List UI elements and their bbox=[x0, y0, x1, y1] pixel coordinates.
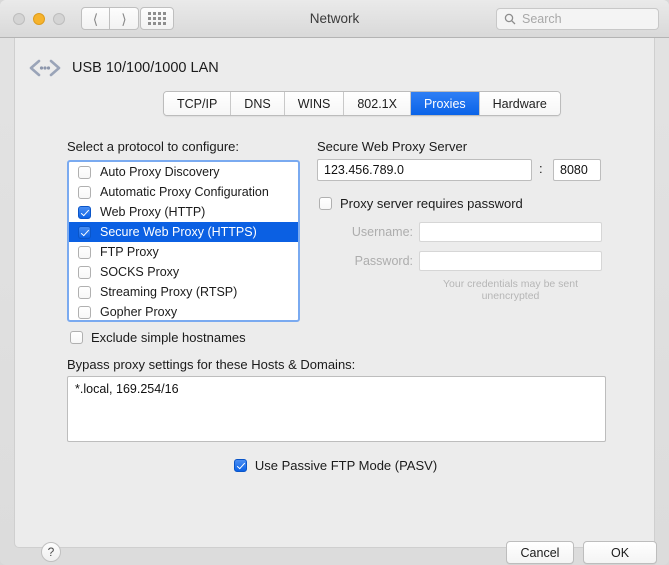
protocol-checkbox[interactable] bbox=[78, 206, 91, 219]
exclude-simple-hostnames-label: Exclude simple hostnames bbox=[91, 330, 246, 345]
protocol-list[interactable]: Auto Proxy Discovery Automatic Proxy Con… bbox=[67, 160, 300, 322]
proxy-server-input[interactable]: 123.456.789.0 bbox=[317, 159, 532, 181]
tab-hardware[interactable]: Hardware bbox=[480, 92, 560, 115]
title-bar: ⟨ ⟩ Network Search bbox=[0, 0, 669, 38]
bypass-textarea[interactable]: *.local, 169.254/16 bbox=[67, 376, 606, 442]
passive-ftp-row[interactable]: Use Passive FTP Mode (PASV) bbox=[15, 458, 656, 473]
proxy-port-input[interactable]: 8080 bbox=[553, 159, 601, 181]
proxies-sheet: USB 10/100/1000 LAN TCP/IP DNS WINS 802.… bbox=[14, 38, 655, 548]
requires-password-row[interactable]: Proxy server requires password bbox=[319, 196, 523, 211]
requires-password-label: Proxy server requires password bbox=[340, 196, 523, 211]
search-field[interactable]: Search bbox=[496, 8, 659, 30]
password-input bbox=[419, 251, 602, 271]
protocol-label: Web Proxy (HTTP) bbox=[100, 205, 205, 219]
protocol-label: Streaming Proxy (RTSP) bbox=[100, 285, 237, 299]
search-placeholder: Search bbox=[522, 12, 562, 26]
passive-ftp-label: Use Passive FTP Mode (PASV) bbox=[255, 458, 437, 473]
protocol-label: Gopher Proxy bbox=[100, 305, 177, 319]
username-label: Username: bbox=[333, 225, 413, 239]
protocol-checkbox[interactable] bbox=[78, 266, 91, 279]
protocol-label: Auto Proxy Discovery bbox=[100, 165, 219, 179]
tab-tcpip[interactable]: TCP/IP bbox=[164, 92, 231, 115]
protocol-checkbox[interactable] bbox=[78, 186, 91, 199]
list-item[interactable]: FTP Proxy bbox=[69, 242, 298, 262]
protocol-checkbox[interactable] bbox=[78, 226, 91, 239]
password-label: Password: bbox=[333, 254, 413, 268]
interface-name: USB 10/100/1000 LAN bbox=[72, 60, 219, 76]
username-input bbox=[419, 222, 602, 242]
tab-dns[interactable]: DNS bbox=[231, 92, 284, 115]
protocol-list-label: Select a protocol to configure: bbox=[67, 139, 239, 154]
list-item[interactable]: Auto Proxy Discovery bbox=[69, 162, 298, 182]
protocol-checkbox[interactable] bbox=[78, 286, 91, 299]
list-item[interactable]: Streaming Proxy (RTSP) bbox=[69, 282, 298, 302]
protocol-checkbox[interactable] bbox=[78, 166, 91, 179]
list-item[interactable]: SOCKS Proxy bbox=[69, 262, 298, 282]
help-button[interactable]: ? bbox=[41, 542, 61, 562]
port-separator: : bbox=[539, 161, 543, 176]
passive-ftp-checkbox[interactable] bbox=[234, 459, 247, 472]
protocol-checkbox[interactable] bbox=[78, 246, 91, 259]
tab-8021x[interactable]: 802.1X bbox=[344, 92, 411, 115]
exclude-simple-hostnames-row[interactable]: Exclude simple hostnames bbox=[70, 330, 246, 345]
cancel-button[interactable]: Cancel bbox=[506, 541, 574, 564]
protocol-label: SOCKS Proxy bbox=[100, 265, 179, 279]
list-item[interactable]: Gopher Proxy bbox=[69, 302, 298, 322]
protocol-label: Secure Web Proxy (HTTPS) bbox=[100, 225, 257, 239]
list-item[interactable]: Automatic Proxy Configuration bbox=[69, 182, 298, 202]
list-item[interactable]: Secure Web Proxy (HTTPS) bbox=[69, 222, 298, 242]
requires-password-checkbox[interactable] bbox=[319, 197, 332, 210]
tab-proxies[interactable]: Proxies bbox=[411, 92, 480, 115]
ok-button[interactable]: OK bbox=[583, 541, 657, 564]
bypass-label: Bypass proxy settings for these Hosts & … bbox=[67, 357, 355, 372]
tab-wins[interactable]: WINS bbox=[285, 92, 345, 115]
network-preferences-window: ⟨ ⟩ Network Search bbox=[0, 0, 669, 565]
server-section-title: Secure Web Proxy Server bbox=[317, 139, 467, 154]
network-interface-icon bbox=[27, 58, 63, 78]
search-icon bbox=[504, 13, 516, 25]
interface-header: USB 10/100/1000 LAN bbox=[27, 58, 219, 78]
exclude-simple-hostnames-checkbox[interactable] bbox=[70, 331, 83, 344]
protocol-label: FTP Proxy bbox=[100, 245, 159, 259]
list-item[interactable]: Web Proxy (HTTP) bbox=[69, 202, 298, 222]
tab-bar: TCP/IP DNS WINS 802.1X Proxies Hardware bbox=[163, 91, 561, 116]
credentials-hint: Your credentials may be sent unencrypted bbox=[419, 278, 602, 302]
protocol-checkbox[interactable] bbox=[78, 306, 91, 319]
protocol-label: Automatic Proxy Configuration bbox=[100, 185, 269, 199]
